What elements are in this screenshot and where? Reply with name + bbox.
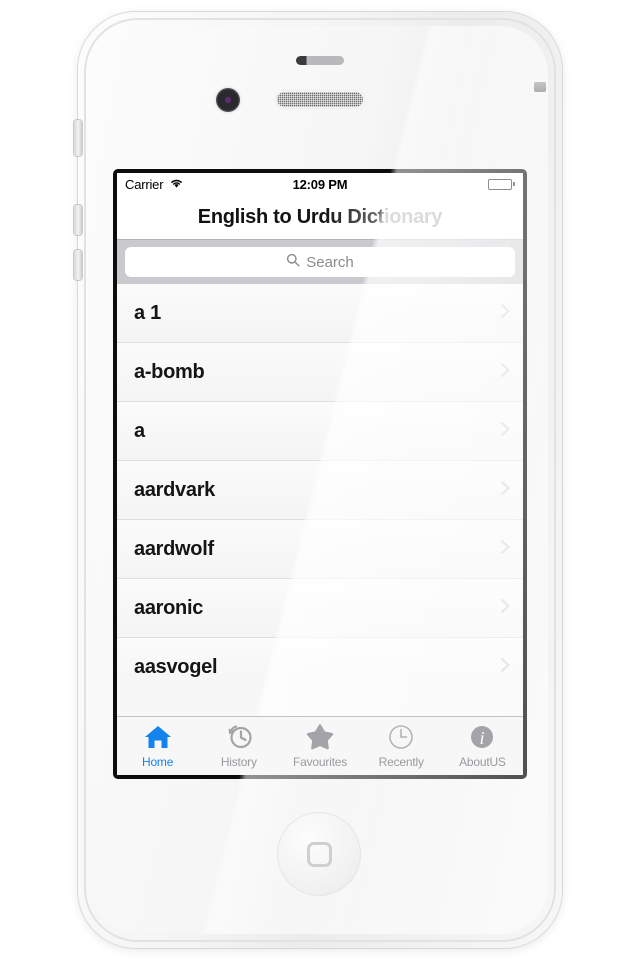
history-clock-icon <box>224 723 254 753</box>
list-item[interactable]: aardvark <box>117 461 523 520</box>
word-list[interactable]: a 1 a-bomb a aardvark aardwolf aaronic a… <box>117 284 523 682</box>
search-icon <box>286 253 300 272</box>
tab-label: Recently <box>378 755 424 769</box>
list-item[interactable]: aasvogel <box>117 638 523 682</box>
list-item-label: aasvogel <box>134 655 218 678</box>
tab-history[interactable]: History <box>198 717 279 775</box>
list-item-label: a 1 <box>134 301 161 324</box>
tab-label: History <box>220 755 257 769</box>
list-item[interactable]: a-bomb <box>117 343 523 402</box>
list-item[interactable]: aardwolf <box>117 520 523 579</box>
list-item-label: aardvark <box>134 478 215 501</box>
earpiece-speaker-icon <box>277 92 363 107</box>
chevron-right-icon <box>500 538 511 561</box>
tab-bar: Home History Favourites Recently i About… <box>117 716 523 775</box>
chevron-right-icon <box>500 597 511 620</box>
tab-aboutus[interactable]: i AboutUS <box>442 717 523 775</box>
list-item-label: aardwolf <box>134 537 214 560</box>
chevron-right-icon <box>500 479 511 502</box>
power-button[interactable] <box>534 82 546 92</box>
list-item[interactable]: a <box>117 402 523 461</box>
battery-icon <box>488 178 515 190</box>
status-bar: Carrier 12:09 PM <box>117 173 523 195</box>
tab-recently[interactable]: Recently <box>361 717 442 775</box>
list-item-label: a-bomb <box>134 360 205 383</box>
page-title: English to Urdu Dictionary <box>197 205 443 228</box>
svg-text:i: i <box>480 728 485 748</box>
proximity-sensor-icon <box>296 56 344 65</box>
phone-screen: Carrier 12:09 PM English to Urdu Diction… <box>117 173 523 775</box>
search-placeholder: Search <box>306 253 354 271</box>
list-item-label: a <box>134 419 145 442</box>
tab-home[interactable]: Home <box>117 717 198 775</box>
list-item-label: aaronic <box>134 596 204 619</box>
front-camera-icon <box>216 88 240 112</box>
chevron-right-icon <box>500 420 511 443</box>
info-icon: i <box>467 723 497 753</box>
status-time: 12:09 PM <box>292 176 348 192</box>
navigation-bar: English to Urdu Dictionary <box>117 195 523 240</box>
list-item[interactable]: aaronic <box>117 579 523 638</box>
chevron-right-icon <box>500 302 511 325</box>
star-icon <box>305 723 335 753</box>
tab-label: AboutUS <box>459 755 506 769</box>
search-bar: Search <box>117 240 523 284</box>
clock-icon <box>386 723 416 753</box>
list-item[interactable]: a 1 <box>117 284 523 343</box>
mute-switch[interactable] <box>74 120 82 156</box>
search-input[interactable]: Search <box>125 247 515 277</box>
home-icon <box>143 723 173 753</box>
tab-label: Home <box>141 755 174 769</box>
tab-label: Favourites <box>292 755 348 769</box>
chevron-right-icon <box>500 361 511 384</box>
chevron-right-icon <box>500 656 511 679</box>
volume-up-button[interactable] <box>74 205 82 235</box>
volume-down-button[interactable] <box>74 250 82 280</box>
home-button-square-icon <box>307 842 332 867</box>
tab-favourites[interactable]: Favourites <box>279 717 360 775</box>
